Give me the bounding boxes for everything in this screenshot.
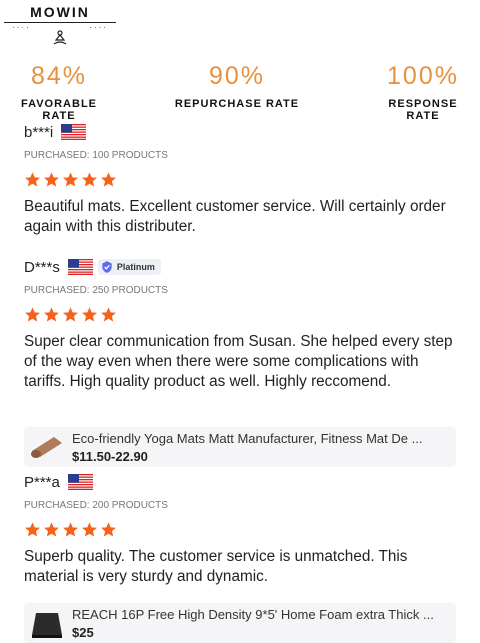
product-card[interactable]: Eco-friendly Yoga Mats Matt Manufacturer… [24,427,456,467]
star-rating [24,171,464,188]
purchase-count: PURCHASED: 100 PRODUCTS [24,150,168,161]
store-stats: 84% FAVORABLE RATE 90% REPURCHASE RATE 1… [0,62,480,122]
product-price: $11.50-22.90 [72,448,148,464]
product-title: Eco-friendly Yoga Mats Matt Manufacturer… [72,430,423,446]
brand-name: MOWIN [30,4,90,20]
product-price: $25 [72,624,94,640]
review-comment: Beautiful mats. Excellent customer servi… [24,198,446,235]
star-icon [63,522,78,537]
product-title: REACH 16P Free High Density 9*5' Home Fo… [72,606,434,622]
review-item: b***i PURCHASED: 100 PRODUCTS Beautiful … [24,122,464,237]
star-icon [25,522,40,537]
star-icon [44,172,59,187]
review-item: D***s Platinum PURCHASED: 250 PRODUCTS S… [24,257,464,392]
purchase-count: PURCHASED: 200 PRODUCTS [24,500,168,511]
star-icon [82,307,97,322]
stat-label: RESPONSE RATE [388,98,458,122]
reviewer-name: D***s [24,258,60,276]
star-icon [44,307,59,322]
verified-shield-icon [102,261,112,273]
stat-value: 90% [208,62,266,90]
star-icon [44,522,59,537]
stat-value: 100% [387,62,459,90]
badge-label: Platinum [116,262,155,272]
star-rating [24,306,464,323]
review-comment: Superb quality. The customer service is … [24,548,408,585]
purchase-count: PURCHASED: 250 PRODUCTS [24,285,168,296]
yoga-mat-thumbnail [28,429,64,465]
stat-favorable-rate: 84% FAVORABLE RATE [4,62,114,122]
star-icon [82,522,97,537]
star-icon [101,307,116,322]
star-icon [63,307,78,322]
brand-logo: MOWIN ···· ···· [4,4,116,46]
us-flag-icon [67,474,93,490]
star-icon [25,307,40,322]
us-flag-icon [67,259,93,275]
us-flag-icon [61,124,87,140]
product-card[interactable]: REACH 16P Free High Density 9*5' Home Fo… [24,603,456,643]
stat-response-rate: 100% RESPONSE RATE [370,62,476,122]
foam-mat-thumbnail [28,605,64,641]
star-icon [25,172,40,187]
stat-label: FAVORABLE RATE [20,98,98,122]
logo-divider: ···· ···· [4,22,116,32]
star-icon [63,172,78,187]
review-comment: Super clear communication from Susan. Sh… [24,333,453,390]
star-rating [24,521,464,538]
reviewer-name: P***a [24,473,60,491]
star-icon [101,172,116,187]
stat-repurchase-rate: 90% REPURCHASE RATE [172,62,302,110]
meditation-figure-icon [53,30,67,45]
reviewer-name: b***i [24,123,54,141]
star-icon [82,172,97,187]
stat-label: REPURCHASE RATE [174,98,300,110]
review-item: P***a PURCHASED: 200 PRODUCTS Superb qua… [24,472,464,587]
platinum-badge: Platinum [97,259,161,275]
stat-value: 84% [30,62,88,90]
star-icon [101,522,116,537]
